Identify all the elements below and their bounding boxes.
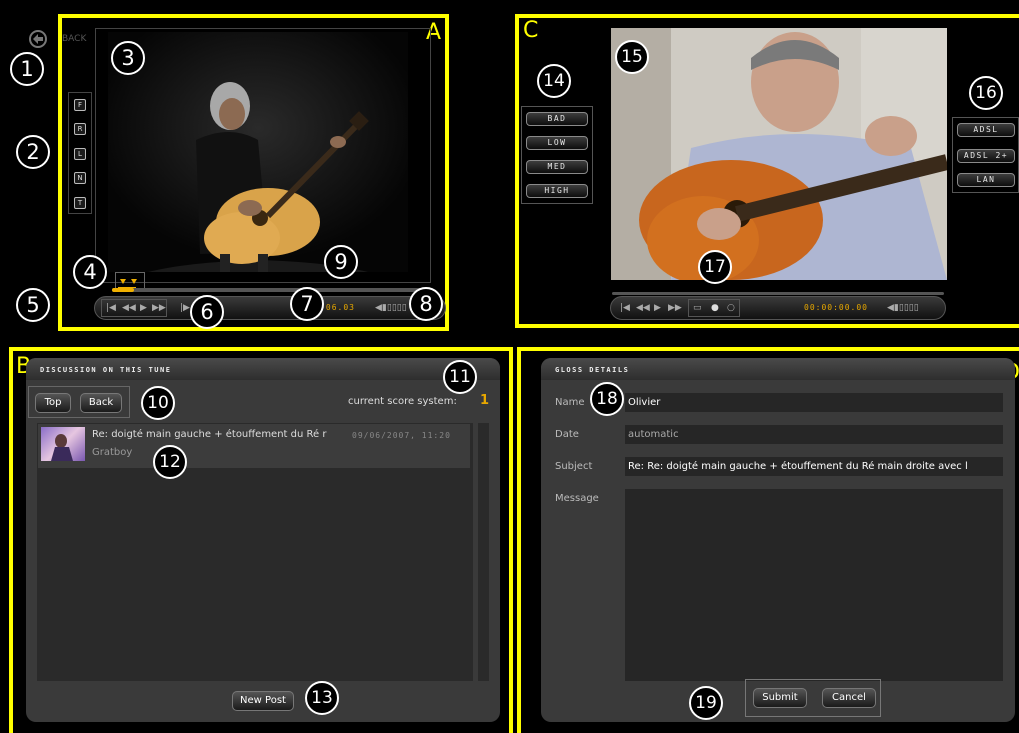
- callout-12: 12: [153, 445, 187, 479]
- discussion-title: DISCUSSION ON THIS TUNE: [40, 366, 172, 374]
- post-date: 09/06/2007, 11:20: [352, 431, 451, 440]
- callout-7: 7: [290, 287, 324, 321]
- callout-19: 19: [689, 686, 723, 720]
- message-textarea[interactable]: [625, 489, 1003, 681]
- post-subject[interactable]: Re: doigté main gauche + étouffement du …: [92, 429, 344, 440]
- callout-2: 2: [16, 135, 50, 169]
- player-c-rewind-icon[interactable]: ◀◀: [636, 297, 650, 319]
- date-label: Date: [555, 429, 579, 440]
- fast-forward-icon[interactable]: ▶▶: [152, 297, 166, 319]
- date-field: automatic: [625, 425, 1003, 444]
- score-label: current score system:: [348, 396, 457, 407]
- player-c-fast-forward-icon[interactable]: ▶▶: [668, 297, 682, 319]
- rewind-icon[interactable]: ◀◀: [122, 297, 136, 319]
- callout-1: 1: [10, 52, 44, 86]
- back-button[interactable]: Back: [80, 393, 122, 413]
- section-c-label: C: [523, 18, 539, 43]
- name-label: Name: [555, 397, 585, 408]
- callout-8: 8: [409, 287, 443, 321]
- callout-10: 10: [141, 386, 175, 420]
- timeline-progress: [112, 288, 134, 292]
- connection-lan-button[interactable]: LAN: [957, 173, 1015, 187]
- quality-bad-button[interactable]: BAD: [526, 112, 588, 126]
- player-c-skip-back-icon[interactable]: |◀: [620, 297, 630, 319]
- post-thumbnail: [41, 427, 85, 461]
- callout-16: 16: [969, 76, 1003, 110]
- frame-step-icon[interactable]: |▶: [180, 297, 190, 319]
- callout-9: 9: [324, 245, 358, 279]
- post-author[interactable]: Gratboy: [92, 447, 132, 458]
- callout-17: 17: [698, 250, 732, 284]
- top-button[interactable]: Top: [35, 393, 71, 413]
- video-c[interactable]: [611, 28, 947, 280]
- quality-med-button[interactable]: MED: [526, 160, 588, 174]
- quality-low-button[interactable]: LOW: [526, 136, 588, 150]
- video-a[interactable]: [108, 32, 408, 272]
- back-arrow-icon[interactable]: [28, 29, 48, 49]
- skip-back-icon[interactable]: |◀: [106, 297, 116, 319]
- post-list-scrollbar[interactable]: [478, 423, 489, 681]
- subject-label: Subject: [555, 461, 593, 472]
- gloss-title: GLOSS DETAILS: [555, 366, 630, 374]
- camera-icon[interactable]: ▭: [693, 297, 702, 319]
- volume-icon[interactable]: ◀▮▯▯▯▯: [375, 297, 407, 319]
- callout-18: 18: [590, 382, 624, 416]
- callout-3: 3: [111, 41, 145, 75]
- connection-adsl2-button[interactable]: ADSL 2+: [957, 149, 1015, 163]
- player-c-timeline[interactable]: [612, 292, 944, 295]
- callout-4: 4: [73, 255, 107, 289]
- callout-11: 11: [443, 360, 477, 394]
- player-c-timecode: 00:00:00.00: [804, 303, 868, 312]
- callout-13: 13: [305, 681, 339, 715]
- callout-14: 14: [537, 64, 571, 98]
- view-button-n[interactable]: N: [74, 172, 86, 184]
- view-button-r[interactable]: R: [74, 123, 86, 135]
- new-post-button[interactable]: New Post: [232, 691, 294, 711]
- callout-15: 15: [615, 40, 649, 74]
- score-value: 1: [480, 393, 490, 408]
- player-c-play-icon[interactable]: ▶: [654, 297, 661, 319]
- stop-icon[interactable]: ○: [727, 297, 735, 319]
- submit-button[interactable]: Submit: [753, 688, 807, 708]
- view-button-t[interactable]: T: [74, 197, 86, 209]
- player-c-volume-icon[interactable]: ◀▮▯▯▯▯: [887, 297, 919, 319]
- cancel-button[interactable]: Cancel: [822, 688, 876, 708]
- subject-field[interactable]: Re: Re: doigté main gauche + étouffement…: [625, 457, 1003, 476]
- connection-adsl-button[interactable]: ADSL: [957, 123, 1015, 137]
- play-icon[interactable]: ▶: [140, 297, 147, 319]
- record-icon[interactable]: ●: [711, 297, 719, 319]
- back-label[interactable]: BACK: [62, 34, 86, 44]
- name-field[interactable]: Olivier: [625, 393, 1003, 412]
- view-button-l[interactable]: L: [74, 148, 86, 160]
- callout-6: 6: [190, 295, 224, 329]
- message-label: Message: [555, 493, 599, 504]
- quality-high-button[interactable]: HIGH: [526, 184, 588, 198]
- timeline-track[interactable]: [112, 288, 430, 292]
- view-button-f[interactable]: F: [74, 99, 86, 111]
- callout-5: 5: [16, 288, 50, 322]
